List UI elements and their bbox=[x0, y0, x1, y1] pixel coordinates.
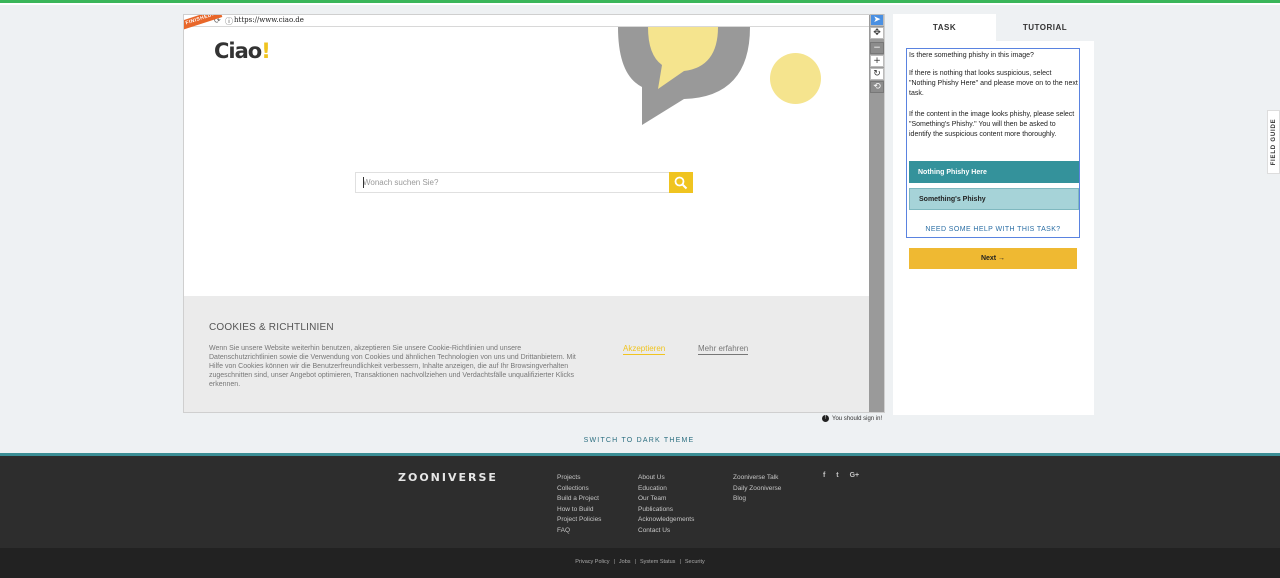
sign-in-text: You should sign in! bbox=[832, 416, 883, 423]
site-footer: ZOONIVERSE Projects Collections Build a … bbox=[0, 453, 1280, 548]
footer-link[interactable]: Education bbox=[638, 484, 694, 495]
sign-in-notice[interactable]: ! You should sign in! bbox=[822, 415, 882, 422]
search-input[interactable] bbox=[356, 173, 670, 192]
legal-separator: | bbox=[679, 559, 681, 565]
switch-theme-link[interactable]: SWITCH TO DARK THEME bbox=[0, 437, 1278, 444]
footer-link[interactable]: Daily Zooniverse bbox=[733, 484, 781, 495]
pointer-icon[interactable]: ➤ bbox=[870, 14, 884, 26]
ciao-logo: Ciao! bbox=[214, 39, 271, 63]
footer-link[interactable]: About Us bbox=[638, 473, 694, 484]
search-button[interactable] bbox=[669, 172, 693, 193]
social-links: f t G+ bbox=[823, 472, 868, 479]
footer-link[interactable]: Collections bbox=[557, 484, 601, 495]
info-icon: ⓘ bbox=[225, 17, 233, 26]
footer-column-talk: Zooniverse Talk Daily Zooniverse Blog bbox=[733, 473, 781, 505]
security-link[interactable]: Security bbox=[685, 559, 705, 565]
move-icon[interactable]: ✥ bbox=[870, 27, 884, 39]
speech-bubble-graphic bbox=[618, 27, 750, 125]
footer-link[interactable]: Acknowledgements bbox=[638, 515, 694, 526]
search-box bbox=[355, 172, 693, 193]
accept-cookies-link[interactable]: Akzeptieren bbox=[623, 344, 666, 355]
footer-column-projects: Projects Collections Build a Project How… bbox=[557, 473, 601, 536]
footer-link[interactable]: FAQ bbox=[557, 526, 601, 537]
twitter-icon[interactable]: t bbox=[836, 472, 838, 479]
google-plus-icon[interactable]: G+ bbox=[850, 472, 860, 479]
search-icon bbox=[674, 176, 688, 189]
footer-link[interactable]: Contact Us bbox=[638, 526, 694, 537]
facebook-icon[interactable]: f bbox=[823, 472, 825, 479]
legal-separator: | bbox=[613, 559, 615, 565]
rotate-icon[interactable]: ↻ bbox=[870, 68, 884, 80]
cookie-text: Wenn Sie unsere Website weiterhin benutz… bbox=[209, 345, 576, 388]
text-caret bbox=[363, 177, 364, 188]
answer-something-phishy[interactable]: Something's Phishy bbox=[909, 188, 1079, 210]
task-question-box: Is there something phishy in this image?… bbox=[906, 48, 1080, 238]
zooniverse-logo[interactable]: ZOONIVERSE bbox=[398, 471, 498, 484]
zoom-in-icon[interactable]: + bbox=[870, 55, 884, 67]
footer-link[interactable]: Projects bbox=[557, 473, 601, 484]
footer-link[interactable]: Zooniverse Talk bbox=[733, 473, 781, 484]
footer-link[interactable]: Our Team bbox=[638, 494, 694, 505]
yellow-circle-graphic bbox=[770, 53, 821, 104]
privacy-policy-link[interactable]: Privacy Policy bbox=[575, 559, 609, 565]
logo-text: Ciao bbox=[214, 39, 262, 63]
footer-link[interactable]: Build a Project bbox=[557, 494, 601, 505]
legal-footer: Privacy Policy | Jobs | System Status | Securi… bbox=[0, 548, 1280, 578]
system-status-link[interactable]: System Status bbox=[640, 559, 675, 565]
tab-task[interactable]: TASK bbox=[893, 14, 996, 41]
footer-column-about: About Us Education Our Team Publications… bbox=[638, 473, 694, 536]
tab-tutorial[interactable]: TUTORIAL bbox=[996, 14, 1094, 41]
top-accent-divider bbox=[0, 3, 1280, 5]
zoom-out-icon[interactable]: − bbox=[870, 42, 884, 54]
jobs-link[interactable]: Jobs bbox=[619, 559, 631, 565]
task-panel: TASK TUTORIAL Is there something phishy … bbox=[893, 14, 1094, 415]
browser-url-bar: ⟳ ⓘ https://www.ciao.de bbox=[184, 15, 869, 27]
next-button[interactable]: Next → bbox=[909, 248, 1077, 269]
task-instruction-1: If there is nothing that looks suspiciou… bbox=[909, 70, 1078, 97]
footer-link[interactable]: Publications bbox=[638, 505, 694, 516]
cookie-banner: COOKIES & RICHTLINIEN Wenn Sie unsere We… bbox=[184, 296, 869, 412]
url-text: https://www.ciao.de bbox=[234, 16, 304, 24]
legal-links: Privacy Policy | Jobs | System Status | Securi… bbox=[0, 559, 1280, 565]
answer-nothing-phishy[interactable]: Nothing Phishy Here bbox=[909, 161, 1079, 183]
task-instruction-2: If the content in the image looks phishy… bbox=[909, 111, 1075, 138]
field-guide-label: FIELD GUIDE bbox=[1270, 118, 1277, 166]
field-guide-tab[interactable]: FIELD GUIDE bbox=[1267, 110, 1280, 174]
footer-link[interactable]: How to Build bbox=[557, 505, 601, 516]
footer-link[interactable]: Project Policies bbox=[557, 515, 601, 526]
alert-icon: ! bbox=[822, 415, 829, 422]
viewer-toolbar: ➤ ✥ − + ↻ ⟲ bbox=[870, 14, 884, 94]
reset-icon[interactable]: ⟲ bbox=[870, 81, 884, 93]
task-help-link[interactable]: NEED SOME HELP WITH THIS TASK? bbox=[907, 226, 1079, 233]
footer-link[interactable]: Blog bbox=[733, 494, 781, 505]
task-tabs: TASK TUTORIAL bbox=[893, 14, 1094, 41]
learn-more-link[interactable]: Mehr erfahren bbox=[698, 344, 749, 355]
task-question: Is there something phishy in this image? bbox=[909, 52, 1034, 59]
cookie-title: COOKIES & RICHTLINIEN bbox=[209, 322, 334, 333]
logo-bang: ! bbox=[261, 39, 271, 63]
legal-separator: | bbox=[634, 559, 636, 565]
subject-viewer: ⟳ ⓘ https://www.ciao.de FINISHED! Ciao! … bbox=[183, 14, 885, 413]
